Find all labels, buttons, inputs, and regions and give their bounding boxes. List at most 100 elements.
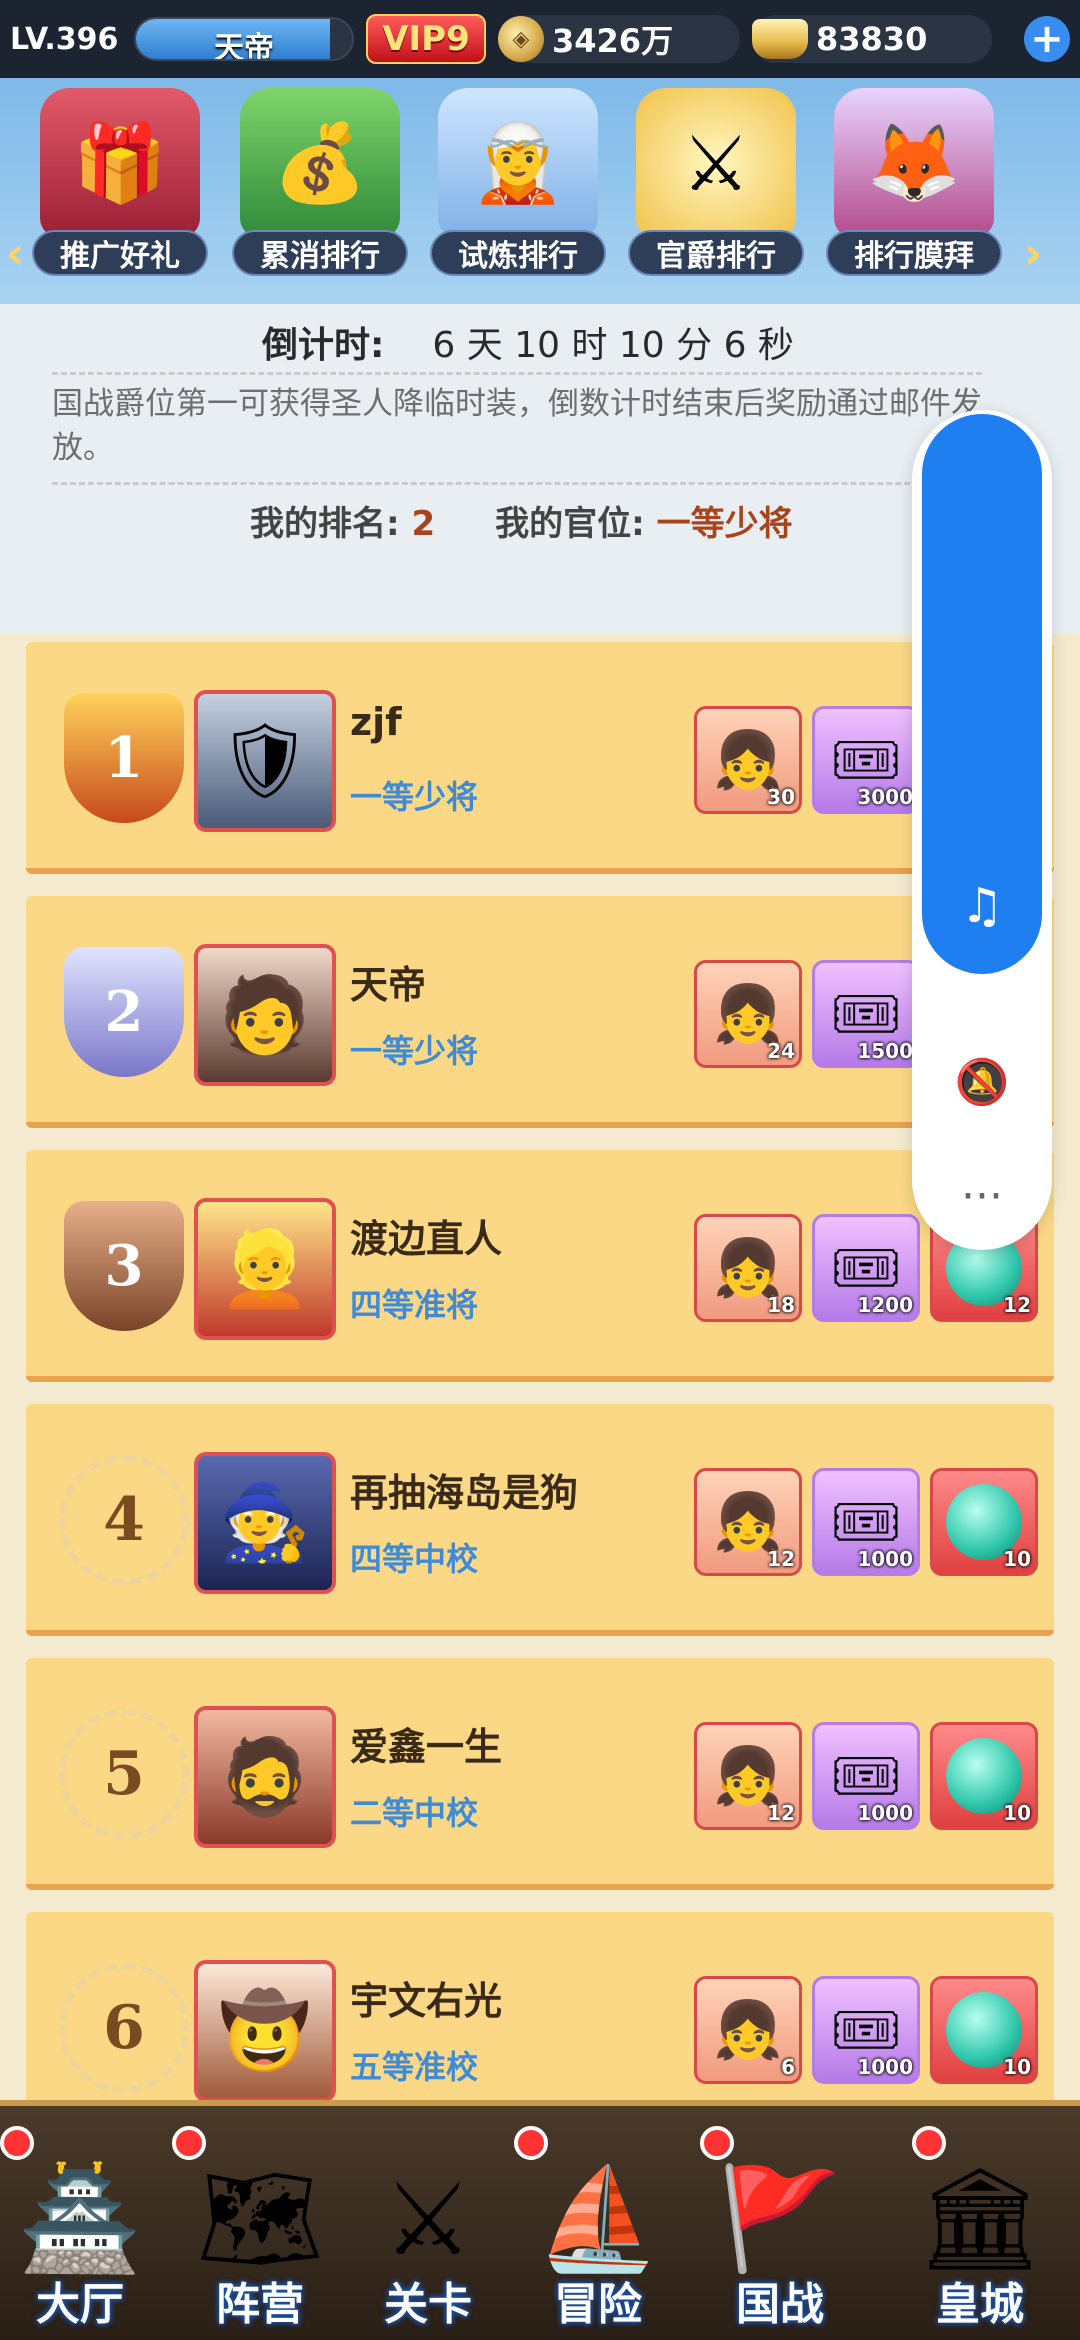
- rank-medal-gold-icon: 1: [56, 690, 192, 826]
- my-title-label: 我的官位:: [495, 504, 645, 544]
- reward-ticket-item[interactable]: 🎟 1500: [812, 960, 920, 1068]
- nav-label: 关卡: [384, 2279, 472, 2330]
- notification-dot: [700, 2126, 734, 2160]
- nav-label: 冒险: [554, 2279, 642, 2330]
- avatar[interactable]: 🤠: [194, 1960, 336, 2102]
- player-level: LV.396: [10, 21, 119, 57]
- reward-hero-item[interactable]: 👧 30: [694, 706, 802, 814]
- vip-badge[interactable]: VIP9: [366, 14, 486, 64]
- my-rank-value: 2: [411, 504, 436, 544]
- activity-carousel: ‹ 🎁 推广好礼 💰 累消排行 🧝 试炼排行 ⚔ 官爵排行 🦊 排行膜拜 ›: [0, 78, 1080, 304]
- reward-hero-item[interactable]: 👧 12: [694, 1468, 802, 1576]
- avatar[interactable]: 🛡: [194, 690, 336, 832]
- chevron-left-icon[interactable]: ‹: [6, 228, 24, 279]
- rank-medal-bronze-icon: 3: [56, 1198, 192, 1334]
- item-count: 1200: [857, 1293, 913, 1317]
- plus-icon[interactable]: +: [1024, 16, 1070, 62]
- notification-dot: [172, 2126, 206, 2160]
- reward-ticket-item[interactable]: 🎟 1000: [812, 1976, 920, 2084]
- ranking-row[interactable]: 4 🧙 再抽海岛是狗 四等中校 👧 12 🎟 1000 10: [26, 1404, 1054, 1636]
- coin-amount: 3426万: [552, 22, 674, 60]
- my-rank-info: 我的排名: 2 我的官位: 一等少将: [250, 496, 793, 545]
- nav-label: 阵营: [216, 2279, 304, 2330]
- ranking-row[interactable]: 5 🧔 爱鑫一生 二等中校 👧 12 🎟 1000 10: [26, 1658, 1054, 1890]
- avatar[interactable]: 👱: [194, 1198, 336, 1340]
- reward-ticket-item[interactable]: 🎟 1000: [812, 1468, 920, 1576]
- item-count: 3000: [857, 785, 913, 809]
- my-rank: 我的排名: 2: [250, 496, 435, 545]
- war-banner-icon: 🚩: [717, 2160, 843, 2277]
- my-rank-label: 我的排名:: [250, 504, 400, 544]
- activity-tab-title-rank[interactable]: ⚔ 官爵排行: [626, 78, 806, 288]
- countdown-value: 6 天 10 时 10 分 6 秒: [432, 325, 794, 366]
- rank-ring-icon: 5: [56, 1706, 192, 1842]
- nav-label: 皇城: [936, 2279, 1024, 2330]
- avatar[interactable]: 🧙: [194, 1452, 336, 1594]
- countdown: 倒计时: 6 天 10 时 10 分 6 秒: [262, 316, 794, 368]
- reward-ticket-item[interactable]: 🎟 1200: [812, 1214, 920, 1322]
- my-title: 我的官位: 一等少将: [495, 496, 792, 545]
- fox-mask-icon: 🦊: [834, 88, 994, 238]
- item-count: 1000: [857, 1547, 913, 1571]
- palace-icon: 🏛: [916, 2160, 1044, 2277]
- ingot-amount: 83830: [816, 20, 928, 58]
- nav-label: 大厅: [36, 2279, 124, 2330]
- notification-dot: [0, 2126, 34, 2160]
- ranking-row[interactable]: 2 🧑 天帝 一等少将 👧24 🎟1500 15: [26, 896, 1054, 1128]
- player-name-bar[interactable]: 天帝: [134, 17, 354, 61]
- item-count: 1000: [857, 2055, 913, 2079]
- music-note-icon: ♫: [960, 878, 1004, 934]
- player-title: 四等准将: [350, 1286, 479, 1324]
- castle-icon: 🏯: [17, 2160, 143, 2277]
- ship-icon: ⛵: [535, 2160, 661, 2277]
- reward-ticket-item[interactable]: 🎟 3000: [812, 706, 920, 814]
- mute-bell-button[interactable]: 🔕: [922, 1022, 1042, 1142]
- nav-stage[interactable]: ⚔ 关卡: [338, 2122, 518, 2332]
- item-count: 18: [767, 1293, 795, 1317]
- activity-tab-spend-rank[interactable]: 💰 累消排行: [230, 78, 410, 288]
- ingot-balance[interactable]: 83830: [752, 15, 992, 63]
- ranking-row[interactable]: 3 👱 渡边直人 四等准将 👧 18 🎟 1200 12: [26, 1150, 1054, 1382]
- item-count: 10: [1003, 1801, 1031, 1825]
- rank-medal-silver-icon: 2: [56, 944, 192, 1080]
- player-title: 一等少将: [350, 1032, 479, 1070]
- map-scroll-icon: 🗺: [196, 2160, 324, 2277]
- player-title: 一等少将: [350, 778, 479, 816]
- avatar[interactable]: 🧑: [194, 944, 336, 1086]
- player-name: 天帝: [214, 31, 274, 61]
- coin-balance[interactable]: ◈ 3426万: [498, 15, 740, 63]
- reward-hero-item[interactable]: 👧 24: [694, 960, 802, 1068]
- coin-icon: ◈: [498, 16, 544, 62]
- activity-tab-worship-rank[interactable]: 🦊 排行膜拜: [824, 78, 1004, 288]
- player-name: 天帝: [350, 963, 427, 1007]
- item-count: 12: [767, 1801, 795, 1825]
- item-count: 6: [781, 2055, 795, 2079]
- player-name: 爱鑫一生: [350, 1725, 503, 1769]
- more-dots-icon: ···: [961, 1170, 1003, 1222]
- reward-orb-item[interactable]: 10: [930, 1468, 1038, 1576]
- rank-number: 3: [64, 1201, 184, 1331]
- floating-music-button[interactable]: ♫: [922, 414, 1042, 974]
- rank-number: 5: [59, 1709, 189, 1839]
- countdown-label: 倒计时:: [262, 325, 385, 366]
- reward-hero-item[interactable]: 👧 18: [694, 1214, 802, 1322]
- activity-label: 官爵排行: [628, 230, 804, 276]
- reward-ticket-item[interactable]: 🎟 1000: [812, 1722, 920, 1830]
- activity-tab-promo-gift[interactable]: 🎁 推广好礼: [30, 78, 210, 288]
- avatar[interactable]: 🧔: [194, 1706, 336, 1848]
- reward-orb-item[interactable]: 10: [930, 1976, 1038, 2084]
- rank-ring-icon: 6: [56, 1960, 192, 2096]
- reward-hero-item[interactable]: 👧 12: [694, 1722, 802, 1830]
- activity-tab-trial-rank[interactable]: 🧝 试炼排行: [428, 78, 608, 288]
- notification-dot: [514, 2126, 548, 2160]
- activity-label: 排行膜拜: [826, 230, 1002, 276]
- player-title: 四等中校: [350, 1540, 479, 1578]
- chevron-right-icon[interactable]: ›: [1024, 228, 1042, 279]
- crossed-swords-icon: ⚔: [636, 88, 796, 238]
- divider: [52, 482, 982, 485]
- ranking-row[interactable]: 1 🛡 zjf 一等少将 👧30 🎟3000 30: [26, 642, 1054, 874]
- item-count: 1000: [857, 1801, 913, 1825]
- more-options-button[interactable]: ···: [922, 1136, 1042, 1256]
- reward-orb-item[interactable]: 10: [930, 1722, 1038, 1830]
- reward-hero-item[interactable]: 👧 6: [694, 1976, 802, 2084]
